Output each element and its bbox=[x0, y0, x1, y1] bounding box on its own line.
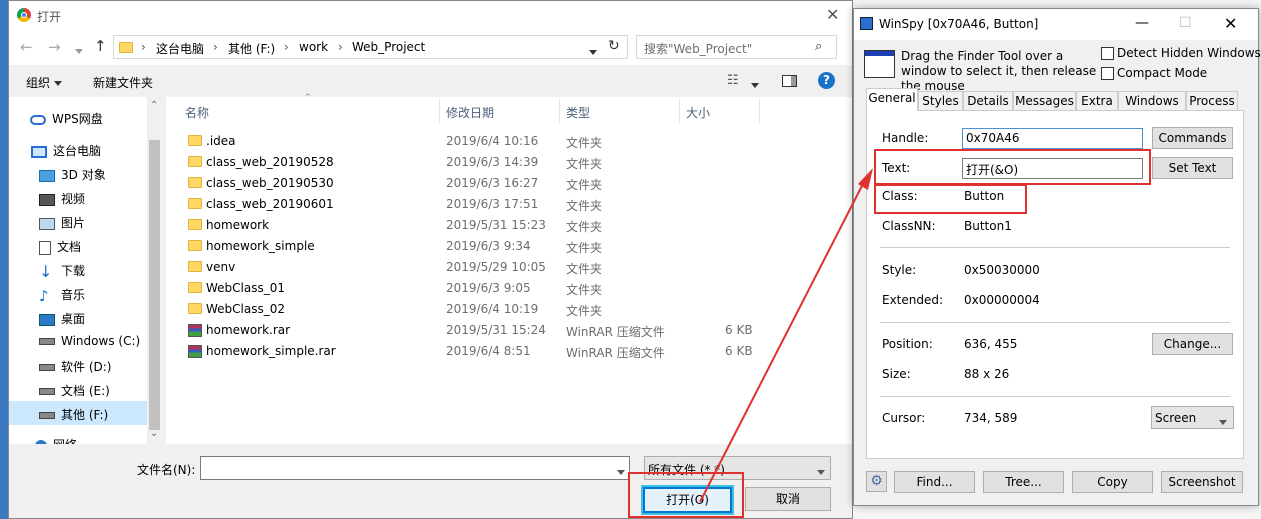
annotation-arrow-head bbox=[858, 168, 873, 190]
annotation-arrow bbox=[699, 168, 873, 503]
annotation-arrow-line bbox=[699, 177, 867, 503]
